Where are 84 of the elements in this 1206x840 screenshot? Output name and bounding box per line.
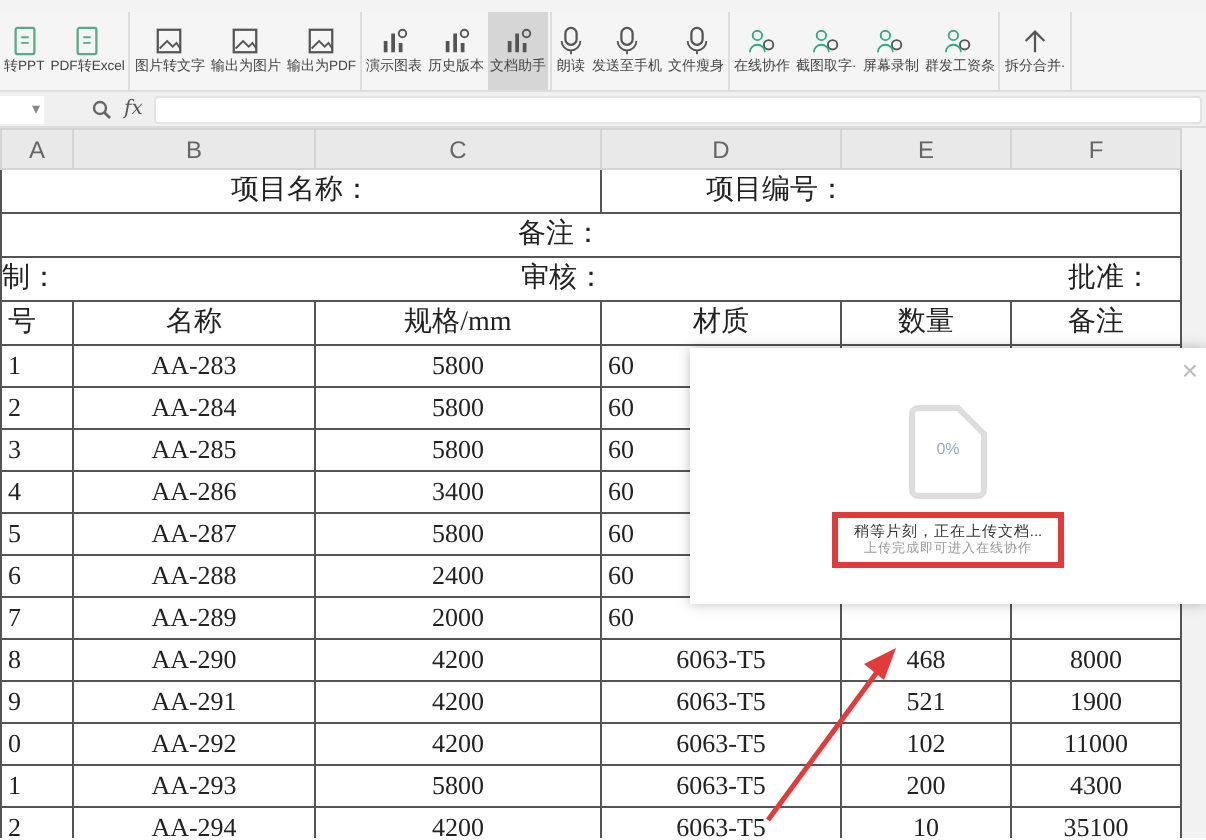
table-cell: 2400 <box>315 555 601 597</box>
table-header: 备注 <box>1011 301 1181 345</box>
table-cell: 4 <box>1 471 73 513</box>
remark-label: 备注： <box>1 213 1181 257</box>
table-cell: 4200 <box>315 681 601 723</box>
table-cell: 5800 <box>315 345 601 387</box>
column-header[interactable]: A <box>1 129 73 169</box>
people-icon <box>747 26 778 57</box>
chart-icon <box>379 26 410 57</box>
table-cell: AA-283 <box>73 345 315 387</box>
microphone-icon <box>681 26 712 57</box>
column-header[interactable]: D <box>601 129 841 169</box>
table-cell: 6063-T5 <box>601 765 841 807</box>
table-cell: AA-292 <box>73 723 315 765</box>
table-header: 规格/mm <box>315 301 601 345</box>
document-icon <box>908 404 988 500</box>
table-cell: 3400 <box>315 471 601 513</box>
project-number-label: 项目编号： <box>601 169 1181 213</box>
table-cell: AA-287 <box>73 513 315 555</box>
table-cell: 2 <box>1 807 73 838</box>
table-cell: 4200 <box>315 639 601 681</box>
table-header: 材质 <box>601 301 841 345</box>
people-icon <box>944 26 975 57</box>
table-cell: 200 <box>841 765 1011 807</box>
microphone-icon <box>556 26 587 57</box>
table-header: 数量 <box>841 301 1011 345</box>
table-cell: 6063-T5 <box>601 681 841 723</box>
table-cell: AA-291 <box>73 681 315 723</box>
people-icon <box>875 26 906 57</box>
zoom-icon[interactable] <box>92 99 112 119</box>
formula-input-field[interactable] <box>154 95 1202 123</box>
table-cell: 4200 <box>315 723 601 765</box>
table-cell: 11000 <box>1011 723 1181 765</box>
table-cell: AA-290 <box>73 639 315 681</box>
document-icon <box>9 26 40 57</box>
table-cell: 5800 <box>315 765 601 807</box>
table-cell: 5800 <box>315 387 601 429</box>
table-cell: 6 <box>1 555 73 597</box>
people-icon <box>811 26 842 57</box>
chart-icon <box>441 26 472 57</box>
table-cell: AA-284 <box>73 387 315 429</box>
name-box[interactable]: ▾ <box>0 95 44 123</box>
progress-percent: 0% <box>934 438 962 462</box>
table-cell: 0 <box>1 723 73 765</box>
signature-label: 审核： <box>521 260 605 298</box>
column-header[interactable]: E <box>841 129 1011 169</box>
column-header[interactable]: B <box>73 129 315 169</box>
project-name-label: 项目名称： <box>1 169 601 213</box>
table-cell: 2 <box>1 387 73 429</box>
table-cell: 8 <box>1 639 73 681</box>
table-cell: 8000 <box>1011 639 1181 681</box>
table-cell: AA-289 <box>73 597 315 639</box>
table-cell: AA-293 <box>73 765 315 807</box>
arrow-up-icon <box>1019 26 1050 57</box>
table-cell: 7 <box>1 597 73 639</box>
table-cell: 1 <box>1 765 73 807</box>
table-cell: 2000 <box>315 597 601 639</box>
image-icon <box>154 26 185 57</box>
table-cell: 6063-T5 <box>601 639 841 681</box>
image-icon <box>230 26 261 57</box>
table-cell: AA-285 <box>73 429 315 471</box>
table-cell: 5 <box>1 513 73 555</box>
table-cell: 1900 <box>1011 681 1181 723</box>
table-cell: 5800 <box>315 513 601 555</box>
table-cell: 6063-T5 <box>601 723 841 765</box>
table-header: 号 <box>1 301 73 345</box>
table-cell: 3 <box>1 429 73 471</box>
microphone-icon <box>612 26 643 57</box>
table-cell: 5800 <box>315 429 601 471</box>
function-label[interactable]: fx <box>124 94 143 124</box>
table-cell: 4300 <box>1011 765 1181 807</box>
column-header[interactable]: C <box>315 129 601 169</box>
document-icon <box>72 26 103 57</box>
table-cell: 9 <box>1 681 73 723</box>
table-cell: AA-288 <box>73 555 315 597</box>
table-cell: 1 <box>1 345 73 387</box>
table-header: 名称 <box>73 301 315 345</box>
table-cell: 102 <box>841 723 1011 765</box>
table-cell: AA-286 <box>73 471 315 513</box>
signature-label: 批准： <box>1068 261 1152 298</box>
chart-icon <box>503 26 534 57</box>
image-icon <box>306 26 337 57</box>
table-cell: 521 <box>841 681 1011 723</box>
column-header[interactable]: F <box>1011 129 1181 169</box>
